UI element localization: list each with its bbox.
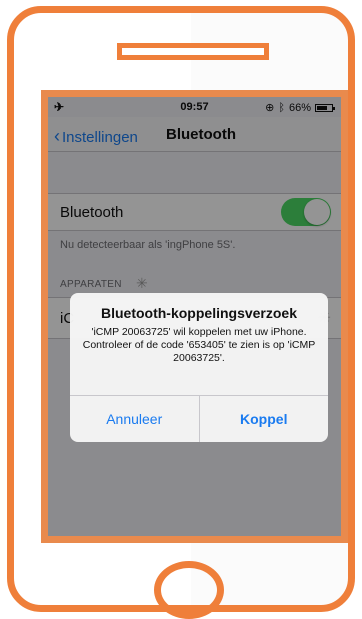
pairing-alert: Bluetooth-koppelingsverzoek 'iCMP 200637…: [70, 293, 328, 442]
home-button[interactable]: [154, 561, 224, 619]
alert-title: Bluetooth-koppelingsverzoek: [100, 305, 298, 321]
phone-illustration: ✈ 09:57 ⊕ ᛒ 66% ‹ Instellingen Bluetooth …: [7, 6, 355, 619]
settings-screen: ✈ 09:57 ⊕ ᛒ 66% ‹ Instellingen Bluetooth …: [48, 97, 341, 536]
pair-button[interactable]: Koppel: [198, 396, 329, 442]
cancel-button[interactable]: Annuleer: [70, 396, 199, 442]
speaker-slot: [117, 43, 269, 60]
alert-button-row: Annuleer Koppel: [70, 395, 328, 442]
alert-message: 'iCMP 20063725' wil koppelen met uw iPho…: [82, 326, 316, 364]
phone-screen: ✈ 09:57 ⊕ ᛒ 66% ‹ Instellingen Bluetooth …: [41, 90, 348, 543]
